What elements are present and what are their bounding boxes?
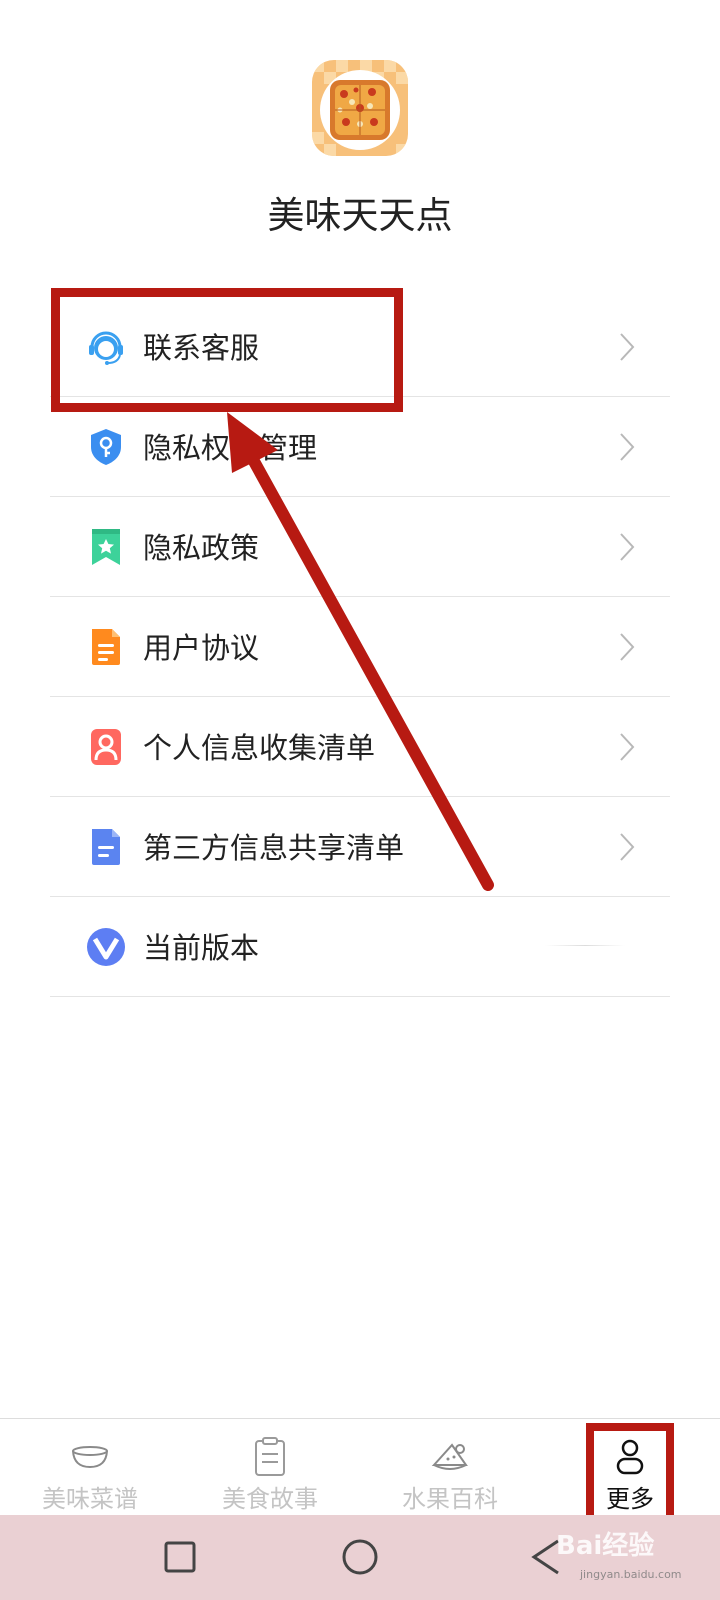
menu-item-third-party-sharing[interactable]: 第三方信息共享清单 [50,797,670,897]
menu-item-label: 用户协议 [143,631,260,665]
tab-recipes[interactable]: 美味菜谱 [0,1419,180,1516]
recents-square-icon[interactable] [160,1537,200,1577]
menu-item-privacy-policy[interactable]: 隐私政策 [50,497,670,597]
menu-item-label: 隐私权限管理 [143,431,318,465]
chevron-right-icon [618,731,636,763]
watermark-logo: Bai经验 [556,1531,655,1561]
version-v-icon [86,927,126,967]
fruit-icon [430,1437,470,1477]
tab-label: 美食故事 [222,1485,318,1513]
menu-item-label: 个人信息收集清单 [143,731,376,765]
chevron-right-icon [618,531,636,563]
document-lines-icon [86,627,126,667]
menu-item-user-agreement[interactable]: 用户协议 [50,597,670,697]
tab-food-stories[interactable]: 美食故事 [180,1419,360,1516]
app-title: 美味天天点 [267,194,453,237]
bowl-icon [70,1437,110,1477]
clipboard-icon [250,1437,290,1477]
menu-item-label: 当前版本 [143,931,260,965]
annotation-highlight-more [586,1423,674,1527]
shield-key-icon [86,427,126,467]
annotation-highlight-customer-service [51,288,403,412]
watermark-url: jingyan.baidu.com [580,1568,682,1581]
tab-label: 美味菜谱 [42,1485,138,1513]
menu-item-current-version: 当前版本 [50,897,670,997]
document-share-icon [86,827,126,867]
chevron-right-icon [618,631,636,663]
menu-item-label: 第三方信息共享清单 [143,831,405,865]
menu-item-privacy-permissions[interactable]: 隐私权限管理 [50,397,670,497]
menu-item-personal-info-list[interactable]: 个人信息收集清单 [50,697,670,797]
menu-item-label: 隐私政策 [143,531,260,565]
app-icon [312,60,408,156]
version-value [545,945,625,946]
home-circle-icon[interactable] [340,1537,380,1577]
person-card-icon [86,727,126,767]
chevron-right-icon [618,331,636,363]
bookmark-star-icon [86,527,126,567]
tab-label: 水果百科 [402,1485,498,1513]
tab-fruit-encyclopedia[interactable]: 水果百科 [360,1419,540,1516]
pizza-app-icon [312,60,408,156]
chevron-right-icon [618,431,636,463]
chevron-right-icon [618,831,636,863]
